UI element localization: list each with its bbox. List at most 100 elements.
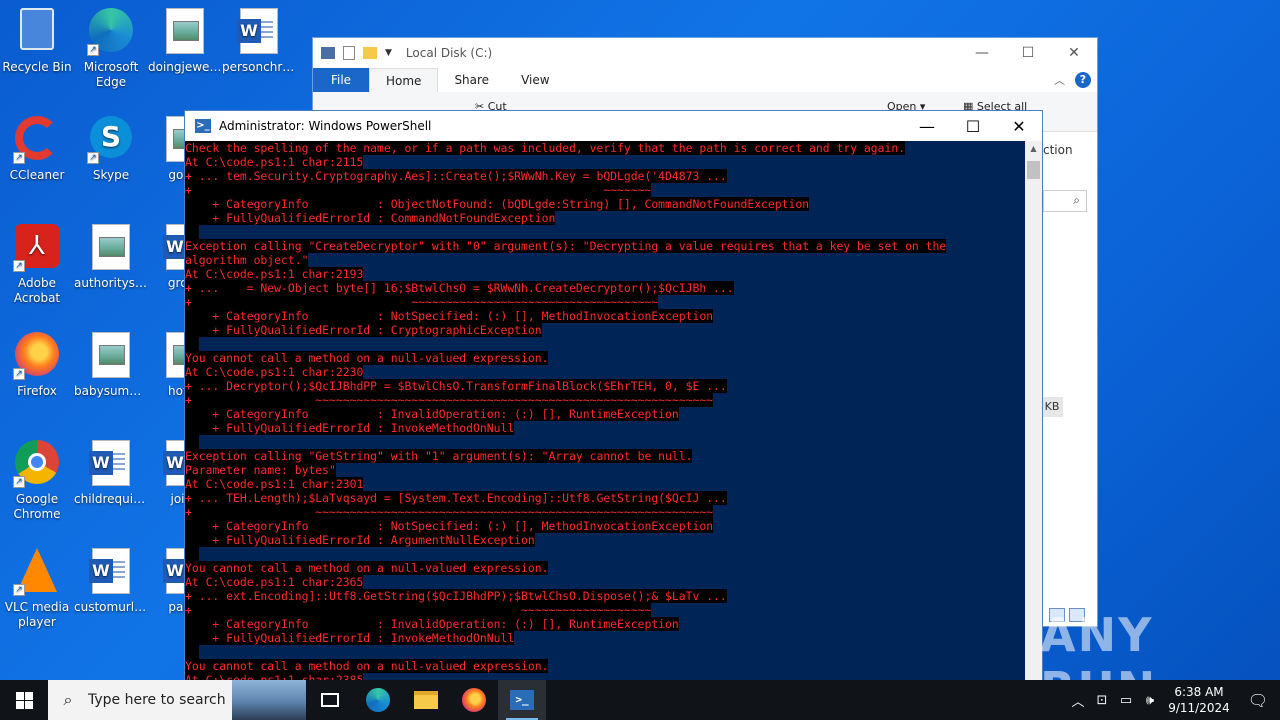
- desktop-icon-label: CCleaner: [9, 168, 65, 182]
- desktop-icon-label: doingjewelr...: [148, 60, 222, 74]
- console-text: [185, 547, 199, 561]
- ccleaner-icon: ↗: [13, 116, 61, 164]
- vertical-scrollbar[interactable]: ▲: [1025, 141, 1042, 683]
- console-text: Exception calling "GetString" with "1" a…: [185, 449, 693, 463]
- help-icon[interactable]: ?: [1075, 72, 1091, 88]
- console-line: + ... = New-Object byte[] 16;$BtwlChsO =…: [185, 281, 1026, 295]
- search-placeholder: Type here to search: [88, 692, 226, 708]
- chrome-icon: ↗: [13, 440, 61, 488]
- search-highlight-image: [232, 680, 306, 720]
- tab-view[interactable]: View: [505, 68, 565, 92]
- minimize-button[interactable]: —: [904, 117, 950, 136]
- taskbar-firefox[interactable]: [450, 680, 498, 720]
- firefox-icon: [462, 688, 486, 712]
- console-line: + FullyQualifiedErrorId : ArgumentNullEx…: [185, 533, 1026, 547]
- desktop-icon-recycle[interactable]: Recycle Bin: [0, 8, 74, 75]
- desktop-icon-firefox[interactable]: ↗ Firefox: [0, 332, 74, 399]
- console-line: You cannot call a method on a null-value…: [185, 351, 1026, 365]
- console-text: + ~~~~~~~~~~~~~~~~~~~~~~~~~~~~~~~~~~~~~~…: [185, 505, 714, 519]
- console-text: + ~~~~~~~~~~~~~~~~~~~~~~~~~~~~~~~~~~~~~~…: [185, 393, 714, 407]
- minimize-button[interactable]: —: [959, 45, 1005, 61]
- console-text: + CategoryInfo : InvalidOperation: (:) […: [185, 407, 679, 421]
- close-button[interactable]: ✕: [1051, 45, 1097, 61]
- console-line: You cannot call a method on a null-value…: [185, 561, 1026, 575]
- console-text: + FullyQualifiedErrorId : InvokeMethodOn…: [185, 631, 515, 645]
- console-text: + FullyQualifiedErrorId : CommandNotFoun…: [185, 211, 556, 225]
- desktop-icon-word[interactable]: Wcustomurl.rtf: [74, 548, 148, 615]
- desktop-icon-image[interactable]: doingjewelr...: [148, 8, 222, 75]
- desktop-icon-label: personchri...: [222, 60, 296, 74]
- console-line: + ~~~~~~~~~~~~~~~~~~~~~~~~~~~~~~~~~~~~: [185, 295, 1026, 309]
- desktop-icon-image[interactable]: babysumm...: [74, 332, 148, 399]
- console-line: + ... Decryptor();$QcIJBhdPP = $BtwlChsO…: [185, 379, 1026, 393]
- scrollbar-thumb[interactable]: [1027, 161, 1040, 179]
- shortcut-arrow-icon: ↗: [13, 260, 25, 272]
- edge-icon: ↗: [87, 8, 135, 56]
- clock[interactable]: 6:38 AM 9/11/2024: [1162, 684, 1236, 716]
- desktop-icon-image[interactable]: authorityse...: [74, 224, 148, 291]
- console-line: + CategoryInfo : InvalidOperation: (:) […: [185, 617, 1026, 631]
- desktop-icon-acrobat[interactable]: ⅄ ↗ Adobe Acrobat: [0, 224, 74, 306]
- console-text: + FullyQualifiedErrorId : ArgumentNullEx…: [185, 533, 535, 547]
- desktop-icon-chrome[interactable]: ↗ Google Chrome: [0, 440, 74, 522]
- taskbar-powershell[interactable]: >_: [498, 680, 546, 720]
- system-tray: ︿ ⊡ ▭ 🕪 6:38 AM 9/11/2024 🗨: [1066, 684, 1280, 716]
- console-line: + ~~~~~~~: [185, 183, 1026, 197]
- task-view-button[interactable]: [306, 680, 354, 720]
- folder-icon: [414, 691, 438, 709]
- desktop-icon-word[interactable]: Wchildrequir...: [74, 440, 148, 507]
- console-line: + CategoryInfo : NotSpecified: (:) [], M…: [185, 309, 1026, 323]
- desktop-icon-word[interactable]: Wpersonchri...: [222, 8, 296, 75]
- console-text: [185, 645, 199, 659]
- console-line: [185, 547, 1026, 561]
- desktop-icon-label: Adobe Acrobat: [13, 276, 61, 305]
- desktop-icon-ccleaner[interactable]: ↗ CCleaner: [0, 116, 74, 183]
- maximize-button[interactable]: ☐: [1005, 45, 1051, 61]
- desktop-icon-vlc[interactable]: ↗ VLC media player: [0, 548, 74, 630]
- console-line: + FullyQualifiedErrorId : CryptographicE…: [185, 323, 1026, 337]
- console-line: + CategoryInfo : InvalidOperation: (:) […: [185, 407, 1026, 421]
- console-line: At C:\code.ps1:1 char:2365: [185, 575, 1026, 589]
- notification-icon[interactable]: 🗨: [1236, 691, 1280, 710]
- network-icon[interactable]: ⊡: [1090, 693, 1114, 708]
- properties-icon[interactable]: [343, 46, 355, 60]
- scroll-up-icon[interactable]: ▲: [1025, 141, 1042, 157]
- console-text: [185, 337, 199, 351]
- console-line: [185, 337, 1026, 351]
- edge-icon: [366, 688, 390, 712]
- desktop-icon-label: Firefox: [17, 384, 57, 398]
- taskbar-search-box[interactable]: ⌕ Type here to search: [48, 680, 306, 720]
- desktop-icon-skype[interactable]: S ↗ Skype: [74, 116, 148, 183]
- console-line: + ~~~~~~~~~~~~~~~~~~~: [185, 603, 1026, 617]
- console-output[interactable]: Check the spelling of the name, or if a …: [185, 141, 1026, 683]
- firefox-icon: ↗: [13, 332, 61, 380]
- taskbar-file-explorer[interactable]: [402, 680, 450, 720]
- search-input[interactable]: ⌕: [1043, 190, 1087, 212]
- tab-file[interactable]: File: [313, 68, 369, 92]
- maximize-button[interactable]: ☐: [950, 117, 996, 136]
- console-text: At C:\code.ps1:1 char:2193: [185, 267, 364, 281]
- tab-home[interactable]: Home: [369, 68, 439, 92]
- chevron-down-icon[interactable]: ▼: [385, 48, 392, 58]
- search-icon: ⌕: [1073, 193, 1080, 207]
- ethernet-icon[interactable]: ▭: [1114, 693, 1138, 708]
- image-icon: [87, 332, 135, 380]
- desktop-icon-edge[interactable]: ↗ Microsoft Edge: [74, 8, 148, 90]
- close-button[interactable]: ✕: [996, 117, 1042, 136]
- volume-icon[interactable]: 🕪: [1138, 693, 1162, 708]
- console-line: + ~~~~~~~~~~~~~~~~~~~~~~~~~~~~~~~~~~~~~~…: [185, 505, 1026, 519]
- console-line: + FullyQualifiedErrorId : CommandNotFoun…: [185, 211, 1026, 225]
- taskbar-edge[interactable]: [354, 680, 402, 720]
- powershell-window[interactable]: >_ Administrator: Windows PowerShell — ☐…: [184, 110, 1043, 684]
- folder-icon[interactable]: [363, 47, 377, 59]
- tab-share[interactable]: Share: [438, 68, 505, 92]
- start-button[interactable]: [0, 680, 48, 720]
- console-text: + ~~~~~~~~~~~~~~~~~~~~~~~~~~~~~~~~~~~~: [185, 295, 659, 309]
- powershell-title: Administrator: Windows PowerShell: [219, 119, 432, 133]
- explorer-title-bar[interactable]: ▼ Local Disk (C:) — ☐ ✕: [313, 38, 1097, 68]
- chevron-up-icon[interactable]: ︿: [1054, 72, 1065, 88]
- powershell-title-bar[interactable]: >_ Administrator: Windows PowerShell — ☐…: [185, 111, 1042, 141]
- acrobat-icon: ⅄ ↗: [13, 224, 61, 272]
- console-text: At C:\code.ps1:1 char:2301: [185, 477, 364, 491]
- chevron-up-icon[interactable]: ︿: [1066, 691, 1090, 710]
